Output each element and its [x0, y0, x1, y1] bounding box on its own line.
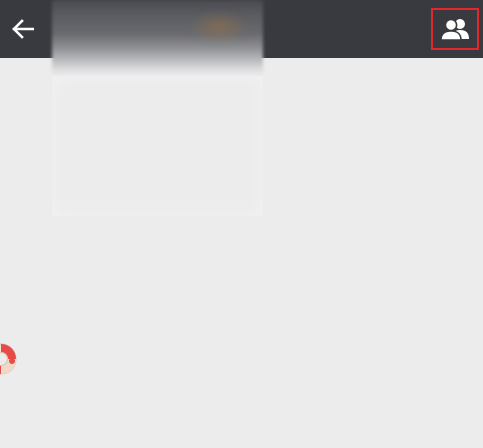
chat-members-button[interactable]: [431, 8, 479, 50]
floating-assist-widget[interactable]: [0, 342, 18, 376]
app-bar: [0, 0, 483, 58]
chat-content-area: [0, 58, 483, 448]
arrow-left-icon: [12, 19, 34, 39]
lifebuoy-icon: [0, 343, 17, 375]
back-button[interactable]: [8, 13, 38, 45]
group-members-icon: [440, 18, 469, 41]
